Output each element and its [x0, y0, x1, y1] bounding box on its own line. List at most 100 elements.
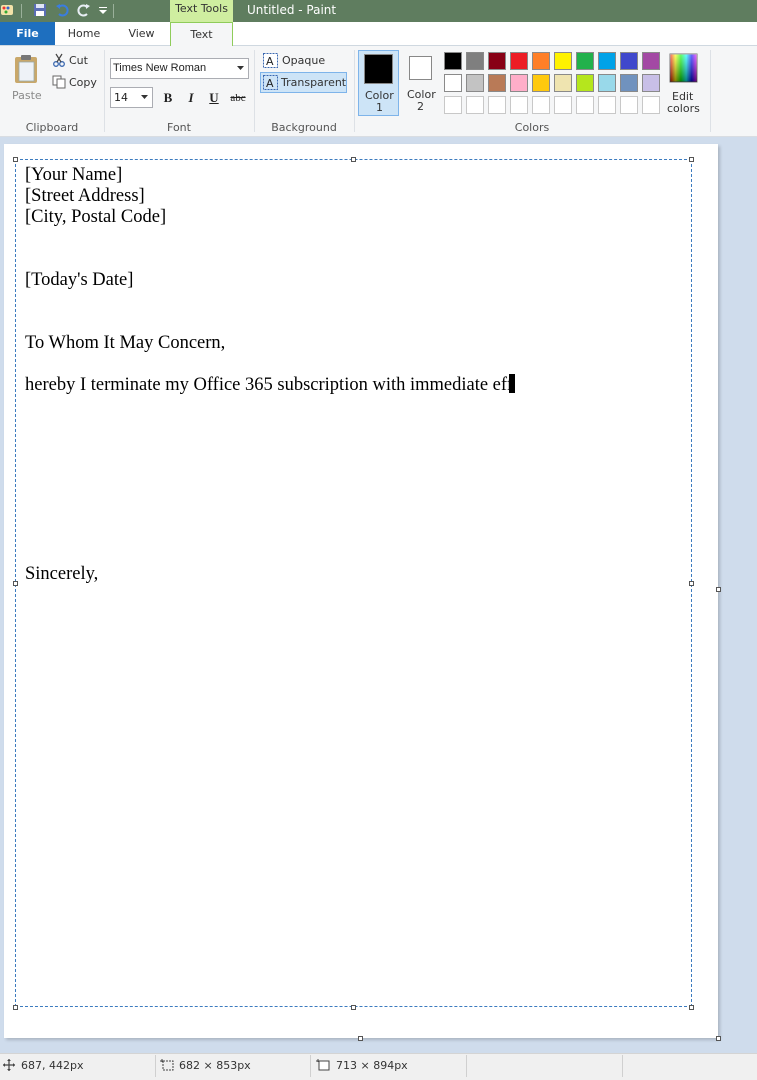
opaque-icon: A — [263, 53, 278, 68]
palette-color-swatch[interactable] — [620, 74, 638, 92]
qat-divider — [21, 4, 22, 18]
palette-color-swatch[interactable] — [532, 74, 550, 92]
textbox-handle[interactable] — [689, 157, 694, 162]
palette-color-swatch[interactable] — [620, 52, 638, 70]
palette-custom-slot[interactable] — [466, 96, 484, 114]
palette-color-swatch[interactable] — [598, 74, 616, 92]
cursor-position-icon — [3, 1059, 15, 1071]
selection-size: 682 × 853px — [179, 1059, 251, 1072]
transparent-button[interactable]: A Transparent — [260, 72, 347, 93]
cursor-position: 687, 442px — [21, 1059, 84, 1072]
palette-color-swatch[interactable] — [466, 74, 484, 92]
palette-color-swatch[interactable] — [554, 74, 572, 92]
palette-color-swatch[interactable] — [598, 52, 616, 70]
textbox-handle[interactable] — [13, 1005, 18, 1010]
color1-button[interactable]: Color 1 — [358, 50, 399, 116]
palette-color-swatch[interactable] — [466, 52, 484, 70]
clipboard-group-label: Clipboard — [25, 121, 79, 134]
edit-colors-button[interactable]: Edit colors — [666, 51, 702, 117]
letter-line-date: [Today's Date] — [25, 270, 134, 290]
letter-line-street: [Street Address] — [25, 186, 145, 206]
palette-color-swatch[interactable] — [510, 52, 528, 70]
background-group-label: Background — [271, 121, 337, 134]
copy-button[interactable]: Copy — [50, 74, 100, 91]
edit-colors-icon — [669, 53, 698, 83]
cut-button[interactable]: Cut — [50, 52, 100, 69]
palette-color-swatch[interactable] — [642, 74, 660, 92]
redo-icon[interactable] — [77, 3, 91, 17]
textbox-handle[interactable] — [13, 581, 18, 586]
status-separator — [310, 1055, 311, 1077]
palette-custom-slot[interactable] — [598, 96, 616, 114]
font-family-select[interactable]: Times New Roman — [110, 58, 249, 79]
tab-home[interactable]: Home — [55, 22, 113, 45]
color2-button[interactable]: Color 2 — [402, 50, 440, 116]
status-separator — [155, 1055, 156, 1077]
canvas-resize-handle-corner[interactable] — [716, 1036, 721, 1041]
palette-custom-slot[interactable] — [444, 96, 462, 114]
letter-line-closing: Sincerely, — [25, 564, 99, 584]
status-separator — [622, 1055, 623, 1077]
tab-file[interactable]: File — [0, 22, 55, 45]
transparent-label: Transparent — [281, 76, 347, 89]
textbox-handle[interactable] — [689, 1005, 694, 1010]
italic-button[interactable]: I — [183, 90, 199, 106]
context-tab-group: Text Tools — [170, 0, 233, 22]
color1-number: 1 — [376, 101, 383, 114]
text-caret — [509, 374, 515, 393]
chevron-down-icon — [141, 95, 148, 99]
canvas-resize-handle-right[interactable] — [716, 587, 721, 592]
undo-icon[interactable] — [55, 3, 69, 17]
palette-color-swatch[interactable] — [444, 74, 462, 92]
paint-app-icon[interactable] — [0, 3, 14, 17]
canvas-size-icon — [316, 1059, 330, 1071]
paste-label: Paste — [12, 89, 42, 102]
textbox-handle[interactable] — [351, 1005, 356, 1010]
save-icon[interactable] — [33, 3, 47, 17]
canvas-resize-handle-bottom[interactable] — [358, 1036, 363, 1041]
paste-icon — [15, 55, 37, 83]
opaque-button[interactable]: A Opaque — [260, 51, 348, 71]
bold-button[interactable]: B — [160, 90, 176, 106]
palette-color-swatch[interactable] — [444, 52, 462, 70]
ribbon-separator — [710, 50, 711, 132]
palette-custom-slot[interactable] — [488, 96, 506, 114]
textbox-handle[interactable] — [13, 157, 18, 162]
cut-icon — [53, 53, 65, 67]
letter-line-city: [City, Postal Code] — [25, 207, 167, 227]
palette-custom-slot[interactable] — [642, 96, 660, 114]
palette-color-swatch[interactable] — [576, 52, 594, 70]
palette-color-swatch[interactable] — [488, 74, 506, 92]
palette-color-swatch[interactable] — [510, 74, 528, 92]
palette-color-swatch[interactable] — [642, 52, 660, 70]
palette-color-swatch[interactable] — [532, 52, 550, 70]
font-size-value: 14 — [114, 91, 128, 104]
color1-swatch — [364, 54, 393, 84]
edit-colors-label: colors — [667, 102, 700, 115]
textbox-handle[interactable] — [689, 581, 694, 586]
canvas-size: 713 × 894px — [336, 1059, 408, 1072]
textbox-handle[interactable] — [351, 157, 356, 162]
font-size-select[interactable]: 14 — [110, 87, 153, 108]
svg-text:A: A — [266, 55, 274, 68]
underline-button[interactable]: U — [206, 90, 222, 106]
palette-custom-slot[interactable] — [532, 96, 550, 114]
tab-view[interactable]: View — [113, 22, 170, 45]
copy-label: Copy — [69, 76, 97, 89]
customize-qat-icon[interactable] — [96, 3, 110, 17]
palette-color-swatch[interactable] — [488, 52, 506, 70]
strikethrough-button[interactable]: abc — [228, 90, 248, 106]
font-group-label: Font — [167, 121, 191, 134]
ribbon-separator — [254, 50, 255, 132]
palette-custom-slot[interactable] — [510, 96, 528, 114]
palette-custom-slot[interactable] — [620, 96, 638, 114]
palette-custom-slot[interactable] — [554, 96, 572, 114]
palette-color-swatch[interactable] — [576, 74, 594, 92]
letter-line-salutation: To Whom It May Concern, — [25, 333, 226, 353]
palette-color-swatch[interactable] — [554, 52, 572, 70]
ribbon-separator — [354, 50, 355, 132]
paste-button[interactable]: Paste — [5, 50, 45, 106]
transparent-icon: A — [263, 75, 278, 90]
palette-custom-slot[interactable] — [576, 96, 594, 114]
tab-text[interactable]: Text — [170, 22, 233, 46]
